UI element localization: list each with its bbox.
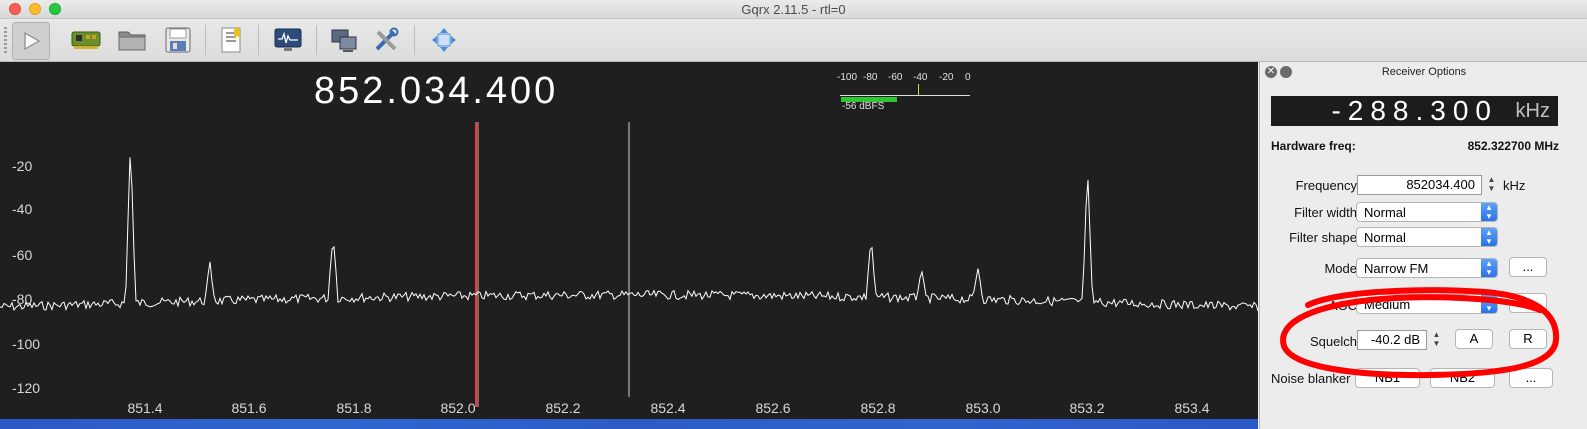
- filter-shape-value: Normal: [1364, 230, 1406, 245]
- filter-width-value: Normal: [1364, 205, 1406, 220]
- hardware-freq-value: 852.322700 MHz: [1467, 139, 1559, 153]
- toolbar-grip[interactable]: [4, 27, 7, 53]
- x-axis-label: 853.0: [965, 400, 1001, 416]
- x-axis-label: 851.8: [336, 400, 372, 416]
- x-axis-label: 852.0: [440, 400, 476, 416]
- save-icon: [165, 27, 191, 53]
- open-button[interactable]: [114, 22, 150, 58]
- x-axis-label: 852.2: [545, 400, 581, 416]
- settings-button[interactable]: [368, 22, 404, 58]
- x-axis-label: 853.4: [1174, 400, 1210, 416]
- x-axis-label: 852.4: [650, 400, 686, 416]
- frequency-unit: kHz: [1503, 178, 1526, 193]
- full-screen-button[interactable]: [426, 22, 462, 58]
- title-bar: Gqrx 2.11.5 - rtl=0: [0, 0, 1587, 19]
- waterfall-strip[interactable]: [0, 419, 1258, 429]
- squelch-label: Squelch: [1310, 334, 1357, 349]
- spectrum-trace: [0, 122, 1258, 407]
- panel-title: Receiver Options: [1381, 66, 1467, 78]
- fft-display-icon: [274, 28, 302, 51]
- mode-select[interactable]: Narrow FM ▴ ▾: [1356, 258, 1498, 278]
- toolbar-separator: [414, 25, 415, 55]
- filter-shape-select[interactable]: Normal ▴ ▾: [1356, 227, 1498, 247]
- squelch-stepper[interactable]: ▲ ▼: [1431, 330, 1442, 350]
- remote-control-button[interactable]: [326, 22, 362, 58]
- nb2-button[interactable]: NB2: [1430, 368, 1495, 388]
- agc-options-button[interactable]: ...: [1509, 293, 1547, 313]
- agc-value: Medium: [1364, 297, 1411, 312]
- squelch-input[interactable]: -40.2 dB: [1357, 330, 1427, 350]
- chevron-updown-icon: ▴ ▾: [1481, 259, 1497, 277]
- mode-label: Mode: [1324, 261, 1357, 276]
- frequency-stepper[interactable]: ▲ ▼: [1486, 175, 1497, 195]
- toolbar-separator: [205, 25, 206, 55]
- noise-blanker-options-button[interactable]: ...: [1509, 368, 1553, 388]
- mode-value: Narrow FM: [1364, 261, 1429, 276]
- spectrum-plotter[interactable]: 852.034.400 -100 -80 -60 -40 -20 0 -56 d…: [0, 62, 1258, 429]
- move-icon: [432, 28, 456, 52]
- x-axis-label: 852.8: [860, 400, 896, 416]
- bookmarks-button[interactable]: [214, 22, 250, 58]
- toolbar-separator: [258, 25, 259, 55]
- nb1-button[interactable]: NB1: [1355, 368, 1420, 388]
- open-folder-icon: [118, 31, 146, 51]
- agc-select[interactable]: Medium ▴ ▾: [1356, 294, 1498, 314]
- x-axis-label: 851.6: [231, 400, 267, 416]
- input-device-icon: [71, 31, 101, 49]
- filter-width-label: Filter width: [1294, 205, 1357, 220]
- receiver-options-panel: ✕ Receiver Options -288.300 kHz Hardware…: [1259, 62, 1587, 429]
- agc-label: AGC: [1328, 298, 1357, 313]
- chevron-updown-icon: ▴ ▾: [1481, 295, 1497, 313]
- start-stop-button[interactable]: [12, 22, 50, 60]
- panel-header: ✕ Receiver Options: [1260, 62, 1587, 82]
- io-devices-button[interactable]: [68, 22, 104, 58]
- x-axis-label: 852.6: [755, 400, 791, 416]
- filter-shape-label: Filter shape: [1289, 230, 1357, 245]
- dsp-button[interactable]: [270, 22, 306, 58]
- window-title: Gqrx 2.11.5 - rtl=0: [741, 2, 846, 17]
- offset-unit: kHz: [1515, 100, 1550, 122]
- hardware-freq-label: Hardware freq:: [1271, 139, 1356, 153]
- tools-icon: [375, 27, 399, 51]
- play-icon: [24, 31, 41, 51]
- filter-width-select[interactable]: Normal ▴ ▾: [1356, 202, 1498, 222]
- x-axis-label: 851.4: [127, 400, 163, 416]
- chevron-updown-icon: ▴ ▾: [1481, 228, 1497, 246]
- save-button[interactable]: [160, 22, 196, 58]
- chevron-updown-icon: ▴ ▾: [1481, 203, 1497, 221]
- frequency-label: Frequency: [1295, 178, 1357, 193]
- offset-display[interactable]: -288.300 kHz: [1271, 96, 1558, 126]
- toolbar-separator: [316, 25, 317, 55]
- squelch-reset-button[interactable]: R: [1509, 329, 1547, 349]
- x-axis-label: 853.2: [1069, 400, 1105, 416]
- main-toolbar: [0, 19, 1587, 62]
- noise-blanker-label: Noise blanker: [1271, 371, 1351, 386]
- network-remote-icon: [331, 29, 357, 52]
- offset-value: -288.300: [1331, 95, 1498, 126]
- frequency-input[interactable]: 852034.400: [1357, 175, 1482, 195]
- bookmark-icon: [221, 27, 241, 53]
- squelch-auto-button[interactable]: A: [1455, 329, 1493, 349]
- mode-options-button[interactable]: ...: [1509, 257, 1547, 277]
